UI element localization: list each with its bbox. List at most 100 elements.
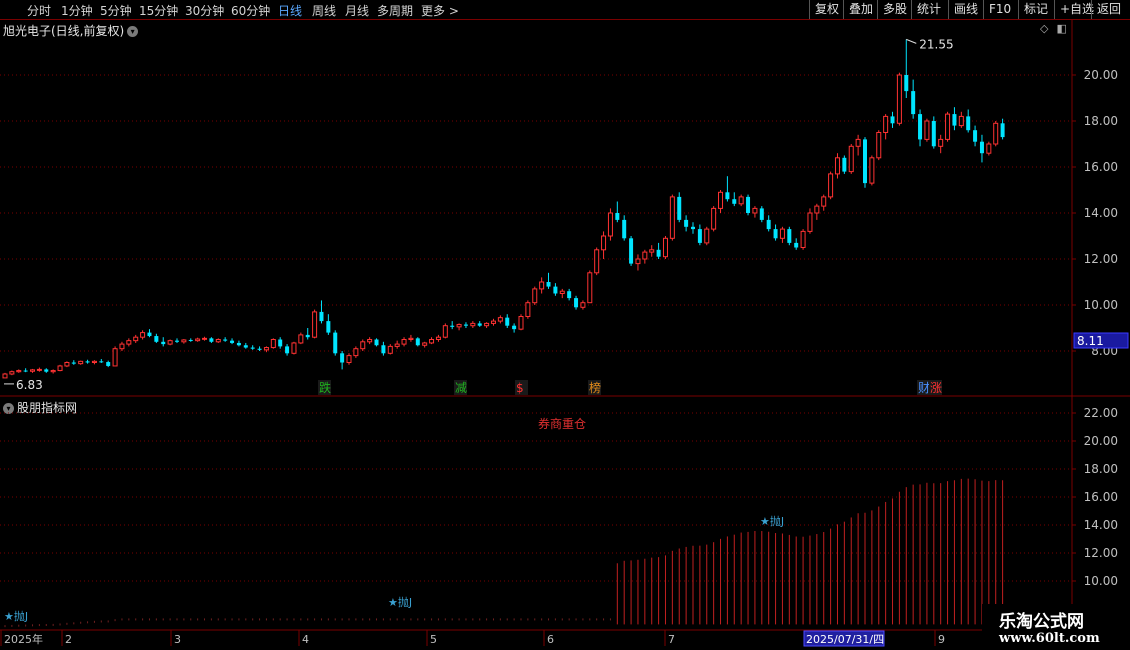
candle-body <box>848 145 854 173</box>
x-tick-label: 9 <box>938 633 945 646</box>
candle-body <box>346 355 352 364</box>
candle-body <box>36 368 42 371</box>
x-tick-label: 6 <box>547 633 554 646</box>
candle-body <box>202 337 208 340</box>
indicator-tick-label: 12.00 <box>1084 546 1118 560</box>
candle-body <box>154 336 159 342</box>
candle-body <box>821 196 827 207</box>
x-tick-label: 2 <box>65 633 72 646</box>
candle-body <box>697 229 702 243</box>
candle-body <box>230 340 235 343</box>
candle-body <box>662 237 668 258</box>
candle-body <box>215 339 221 343</box>
candle-body <box>532 288 538 304</box>
candle-body <box>374 339 379 346</box>
candle-body <box>669 196 675 239</box>
candle-body <box>587 272 593 304</box>
candle-body <box>876 132 882 159</box>
indicator-tick-label: 18.00 <box>1084 462 1118 476</box>
candle-body <box>23 370 28 372</box>
candle-body <box>738 196 744 205</box>
candle-body <box>2 373 8 379</box>
candle-body <box>209 338 214 342</box>
candle-body <box>945 113 951 140</box>
candle-body <box>312 311 318 338</box>
x-tick-label: 5 <box>430 633 437 646</box>
candle-body <box>91 360 97 364</box>
event-marker: 减 <box>455 381 467 395</box>
watermark-line1: 乐淘公式网 <box>999 612 1084 632</box>
candle-body <box>546 282 551 287</box>
signal-label: ★抛J <box>4 609 28 623</box>
candle-body <box>938 138 944 147</box>
candle-body <box>814 205 820 214</box>
candle-body <box>512 325 517 330</box>
candle-body <box>642 251 648 260</box>
indicator-tick-label: 14.00 <box>1084 518 1118 532</box>
candle-body <box>649 249 655 253</box>
candle-body <box>78 360 84 365</box>
x-tick-label: 3 <box>174 633 181 646</box>
candle-body <box>828 173 834 198</box>
candle-body <box>842 157 847 172</box>
candle-body <box>477 323 482 326</box>
candle-body <box>463 324 468 326</box>
watermark-line2: www.60lt.com <box>999 631 1100 646</box>
low-price-label: 6.83 <box>16 378 43 392</box>
candle-body <box>484 322 490 327</box>
candle-body <box>979 141 984 154</box>
candle-body <box>99 361 104 363</box>
candle-body <box>607 212 613 237</box>
candle-body <box>718 191 724 209</box>
candle-body <box>580 302 586 308</box>
candle-body <box>890 116 895 124</box>
candle-body <box>44 369 49 372</box>
candle-body <box>691 226 695 230</box>
candle-body <box>381 345 386 354</box>
candle-body <box>236 342 241 346</box>
watermark: 乐淘公式网 www.60lt.com <box>982 604 1130 650</box>
chart-canvas[interactable]: 20.0018.0016.0014.0012.0010.008.0021.556… <box>0 0 1130 650</box>
candle-body <box>711 207 717 230</box>
candle-body <box>855 138 861 147</box>
candle-body <box>298 334 304 344</box>
candle-body <box>567 291 572 299</box>
candle-body <box>167 340 173 345</box>
candle-body <box>30 369 36 372</box>
candle-body <box>415 338 420 346</box>
candle-body <box>896 74 902 124</box>
signal-label: ★抛J <box>388 595 412 609</box>
candle-body <box>807 212 813 232</box>
high-marker <box>906 38 917 44</box>
price-tick-label: 10.00 <box>1084 298 1118 312</box>
indicator-tick-label: 10.00 <box>1084 574 1118 588</box>
candle-body <box>50 370 56 373</box>
candle-body <box>147 332 152 337</box>
candle-body <box>904 75 909 92</box>
candle-body <box>387 345 393 354</box>
candle-body <box>119 343 125 350</box>
candle-body <box>57 365 63 372</box>
candle-body <box>594 249 600 274</box>
cursor-date-label: 2025/07/31/四 <box>806 633 884 646</box>
price-tick-label: 12.00 <box>1084 252 1118 266</box>
candle-body <box>456 324 462 328</box>
current-price-label: 8.11 <box>1077 334 1104 348</box>
candle-body <box>684 219 689 227</box>
candle-body <box>360 341 366 350</box>
candle-body <box>1000 123 1005 138</box>
candle-body <box>615 213 620 220</box>
candle-body <box>223 339 228 341</box>
candle-body <box>677 196 682 220</box>
event-marker: 财 <box>918 381 930 395</box>
candle-body <box>518 316 524 330</box>
candle-body <box>759 208 764 220</box>
event-marker: 榜 <box>589 380 601 395</box>
candle-body <box>773 229 778 239</box>
candle-body <box>924 120 930 140</box>
candle-body <box>85 361 90 363</box>
candle-body <box>181 339 187 343</box>
candle-body <box>732 199 737 204</box>
candle-body <box>834 157 840 175</box>
candle-body <box>422 342 428 346</box>
